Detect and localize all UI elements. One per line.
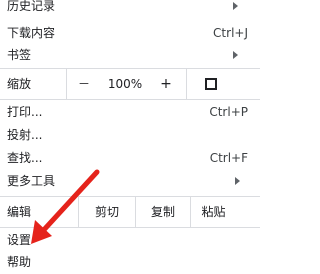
annotation-arrow: [31, 169, 100, 244]
browser-menu: 历史记录 下载内容 Ctrl+J 书签 缩放 － 100% + 打印... Ct…: [0, 0, 260, 274]
annotation-arrow-shaft: [38, 169, 100, 236]
